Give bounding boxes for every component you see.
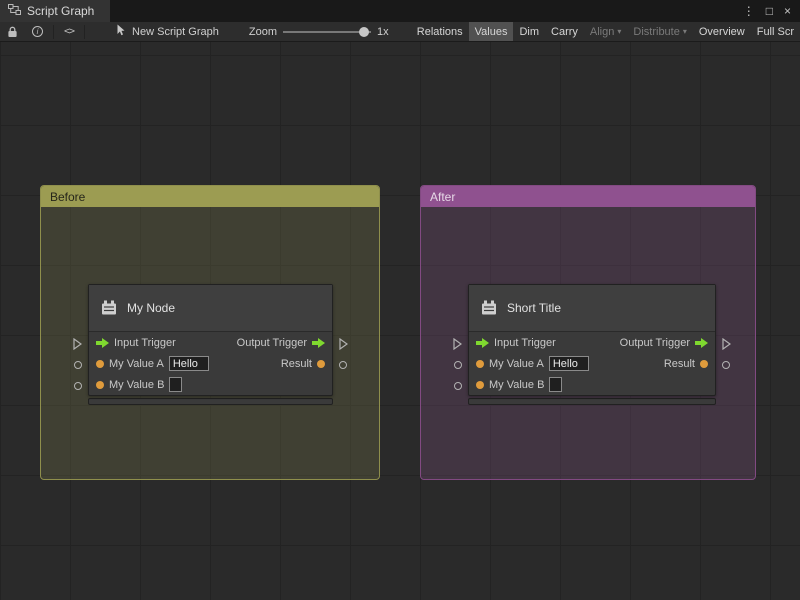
- unity-window: Script Graph ⋮ □ × i <> New Script Graph…: [0, 0, 800, 600]
- lock-icon[interactable]: [0, 22, 25, 41]
- flow-arrow-icon[interactable]: [695, 337, 708, 348]
- graph-name-label: New Script Graph: [132, 25, 219, 38]
- group-title: Before: [50, 189, 86, 204]
- port-row: Input Trigger Output Trigger: [469, 332, 715, 353]
- flow-input-port[interactable]: [73, 337, 83, 355]
- tab-script-graph[interactable]: Script Graph: [0, 0, 111, 22]
- port-row: My Value B: [89, 374, 332, 395]
- value-input-port[interactable]: [74, 361, 82, 369]
- value-dot-icon[interactable]: [476, 359, 484, 368]
- tab-label: Script Graph: [27, 4, 95, 18]
- info-icon[interactable]: i: [25, 22, 50, 41]
- port-label: Result: [280, 357, 312, 370]
- flow-input-port[interactable]: [453, 337, 463, 355]
- port-label: Result: [663, 357, 695, 370]
- graph-canvas[interactable]: Before After My Node Input Trigger Outpu…: [0, 42, 800, 600]
- value-dot-icon[interactable]: [96, 359, 104, 368]
- port-label: Input Trigger: [494, 336, 556, 349]
- node-footer: [88, 398, 333, 405]
- zoom-label: Zoom: [248, 25, 277, 38]
- group-after-header[interactable]: After: [421, 186, 755, 207]
- port-label: My Value A: [109, 357, 164, 370]
- unit-icon: [479, 298, 499, 318]
- maximize-icon[interactable]: □: [766, 5, 773, 17]
- port-label: My Value B: [109, 378, 165, 391]
- port-row: My Value B: [469, 374, 715, 395]
- node-header[interactable]: Short Title: [469, 285, 715, 332]
- group-before-header[interactable]: Before: [41, 186, 379, 207]
- value-output-port[interactable]: [722, 361, 730, 369]
- toolbar-separator: [84, 24, 86, 39]
- group-title: After: [430, 189, 456, 204]
- value-dot-icon[interactable]: [700, 359, 708, 368]
- zoom-slider-track: [282, 30, 371, 33]
- port-label: My Value A: [489, 357, 544, 370]
- value-input-port[interactable]: [454, 382, 462, 390]
- value-b-input[interactable]: [169, 377, 183, 392]
- carry-button[interactable]: Carry: [545, 22, 584, 41]
- flow-output-port[interactable]: [722, 337, 732, 355]
- port-label: Output Trigger: [619, 336, 690, 349]
- fullscreen-button[interactable]: Full Scr: [751, 22, 800, 41]
- graph-toolbar: i <> New Script Graph Zoom 1x Relations …: [0, 22, 800, 42]
- toolbar-buttons: Relations Values Dim Carry Align ▾ Distri…: [411, 22, 800, 41]
- graph-name-group: New Script Graph: [116, 24, 219, 39]
- node-short-title[interactable]: Short Title Input Trigger Output Trigger…: [453, 284, 732, 405]
- distribute-button: Distribute ▾: [633, 25, 687, 38]
- tab-bar: Script Graph ⋮ □ ×: [0, 0, 800, 22]
- flow-arrow-icon[interactable]: [476, 337, 489, 348]
- zoom-value: 1x: [376, 25, 389, 38]
- unit-icon: [99, 298, 119, 318]
- port-row: Input Trigger Output Trigger: [89, 332, 332, 353]
- value-a-input[interactable]: [548, 356, 589, 371]
- window-controls: ⋮ □ ×: [743, 0, 800, 22]
- zoom-slider-knob[interactable]: [358, 26, 369, 37]
- relations-button[interactable]: Relations: [411, 22, 469, 41]
- value-input-port[interactable]: [74, 382, 82, 390]
- node-body[interactable]: Short Title Input Trigger Output Trigger…: [468, 284, 716, 396]
- port-label: Input Trigger: [114, 336, 176, 349]
- value-a-input[interactable]: [168, 356, 209, 371]
- dim-button[interactable]: Dim: [513, 22, 545, 41]
- flow-arrow-icon[interactable]: [312, 337, 325, 348]
- info-glyph: i: [32, 26, 43, 37]
- flow-output-port[interactable]: [339, 337, 349, 355]
- value-b-input[interactable]: [549, 377, 563, 392]
- node-title: Short Title: [507, 301, 562, 315]
- flow-arrow-icon[interactable]: [96, 337, 109, 348]
- align-button: Align ▾: [589, 25, 622, 38]
- port-label: My Value B: [489, 378, 545, 391]
- chevron-down-icon: ▾: [682, 26, 687, 36]
- node-title: My Node: [127, 301, 176, 315]
- zoom-slider[interactable]: [282, 22, 371, 41]
- node-footer: [468, 398, 716, 405]
- port-row: My Value A Result: [89, 353, 332, 374]
- node-my-node[interactable]: My Node Input Trigger Output Trigger My …: [73, 284, 349, 405]
- value-input-port[interactable]: [454, 361, 462, 369]
- node-body[interactable]: My Node Input Trigger Output Trigger My …: [88, 284, 333, 396]
- values-button[interactable]: Values: [468, 22, 514, 41]
- port-label: Output Trigger: [236, 336, 307, 349]
- code-icon[interactable]: <>: [57, 22, 81, 41]
- close-icon[interactable]: ×: [784, 5, 791, 17]
- kebab-menu-icon[interactable]: ⋮: [743, 5, 755, 17]
- cursor-icon: [116, 24, 126, 39]
- node-header[interactable]: My Node: [89, 285, 332, 332]
- toolbar-separator: [53, 24, 54, 39]
- overview-button[interactable]: Overview: [693, 22, 751, 41]
- value-dot-icon[interactable]: [96, 380, 104, 389]
- chevron-down-icon: ▾: [617, 26, 622, 36]
- port-row: My Value A Result: [469, 353, 715, 374]
- value-dot-icon[interactable]: [476, 380, 484, 389]
- value-output-port[interactable]: [339, 361, 347, 369]
- graph-icon: [8, 4, 21, 18]
- value-dot-icon[interactable]: [317, 359, 325, 368]
